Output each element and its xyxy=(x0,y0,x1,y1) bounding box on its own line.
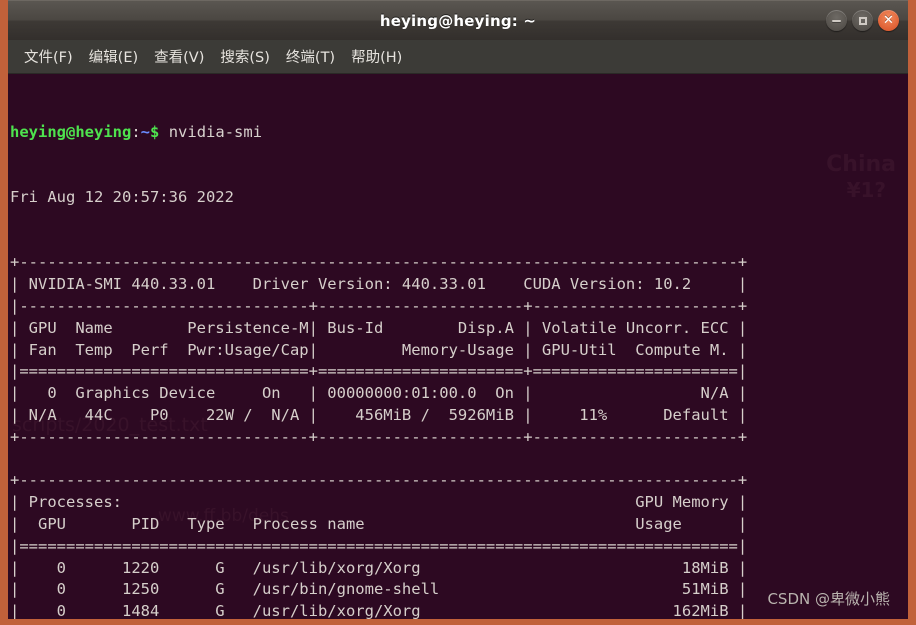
nvidia-smi-output: +---------------------------------------… xyxy=(10,252,908,619)
terminal-line: | 0 Graphics Device On | 00000000:01:00.… xyxy=(10,384,748,403)
menu-view[interactable]: 查看(V) xyxy=(146,43,212,70)
terminal-line: | NVIDIA-SMI 440.33.01 Driver Version: 4… xyxy=(10,275,748,294)
prompt-symbol: $ xyxy=(150,122,160,141)
menu-search[interactable]: 搜索(S) xyxy=(212,43,278,70)
maximize-icon xyxy=(852,10,873,31)
terminal-command-line: heying@heying:~$ nvidia-smi xyxy=(10,122,263,141)
csdn-watermark: CSDN @卑微小熊 xyxy=(767,590,890,608)
close-button[interactable]: ✕ xyxy=(878,10,899,31)
menu-bar: 文件(F) 编辑(E) 查看(V) 搜索(S) 终端(T) 帮助(H) xyxy=(8,40,908,74)
terminal-line: |-------------------------------+-------… xyxy=(10,296,748,315)
terminal-line: +---------------------------------------… xyxy=(10,471,748,490)
menu-edit[interactable]: 编辑(E) xyxy=(81,43,146,70)
maximize-button[interactable] xyxy=(852,10,873,31)
terminal-timestamp: Fri Aug 12 20:57:36 2022 xyxy=(10,187,234,206)
menu-file[interactable]: 文件(F) xyxy=(16,43,81,70)
terminal-line: | Processes: GPU Memory | xyxy=(10,493,748,512)
window-titlebar[interactable]: heying@heying: ~ ✕ xyxy=(8,0,908,40)
close-icon: ✕ xyxy=(883,13,894,28)
terminal-output: heying@heying:~$ nvidia-smi Fri Aug 12 2… xyxy=(10,78,908,619)
window-title: heying@heying: ~ xyxy=(379,11,537,30)
terminal-line: | GPU Name Persistence-M| Bus-Id Disp.A … xyxy=(10,318,748,337)
window-controls: ✕ xyxy=(826,10,899,31)
command-text: nvidia-smi xyxy=(168,122,263,141)
terminal-line: |===============================+=======… xyxy=(10,362,748,381)
terminal-window: heying@heying: ~ ✕ 文件(F) 编辑(E) 查看(V) 搜索(… xyxy=(0,0,916,625)
terminal-line: +-------------------------------+-------… xyxy=(10,427,748,446)
menu-help[interactable]: 帮助(H) xyxy=(343,43,410,70)
prompt-user-host: heying@heying xyxy=(10,122,132,141)
terminal-line: | 0 1220 G /usr/lib/xorg/Xorg 18MiB | xyxy=(10,558,748,577)
minimize-icon xyxy=(826,10,847,31)
terminal-screen[interactable]: China ¥1? scripts/2020_test.txt www.ff.b… xyxy=(8,74,908,619)
terminal-line: +---------------------------------------… xyxy=(10,253,748,272)
terminal-line: | GPU PID Type Process name Usage | xyxy=(10,514,748,533)
terminal-line: | Fan Temp Perf Pwr:Usage/Cap| Memory-Us… xyxy=(10,340,748,359)
terminal-line: | N/A 44C P0 22W / N/A | 456MiB / 5926Mi… xyxy=(10,405,748,424)
prompt-path: ~ xyxy=(140,122,151,141)
terminal-line: |=======================================… xyxy=(10,536,748,555)
menu-terminal[interactable]: 终端(T) xyxy=(278,43,343,70)
minimize-button[interactable] xyxy=(826,10,847,31)
